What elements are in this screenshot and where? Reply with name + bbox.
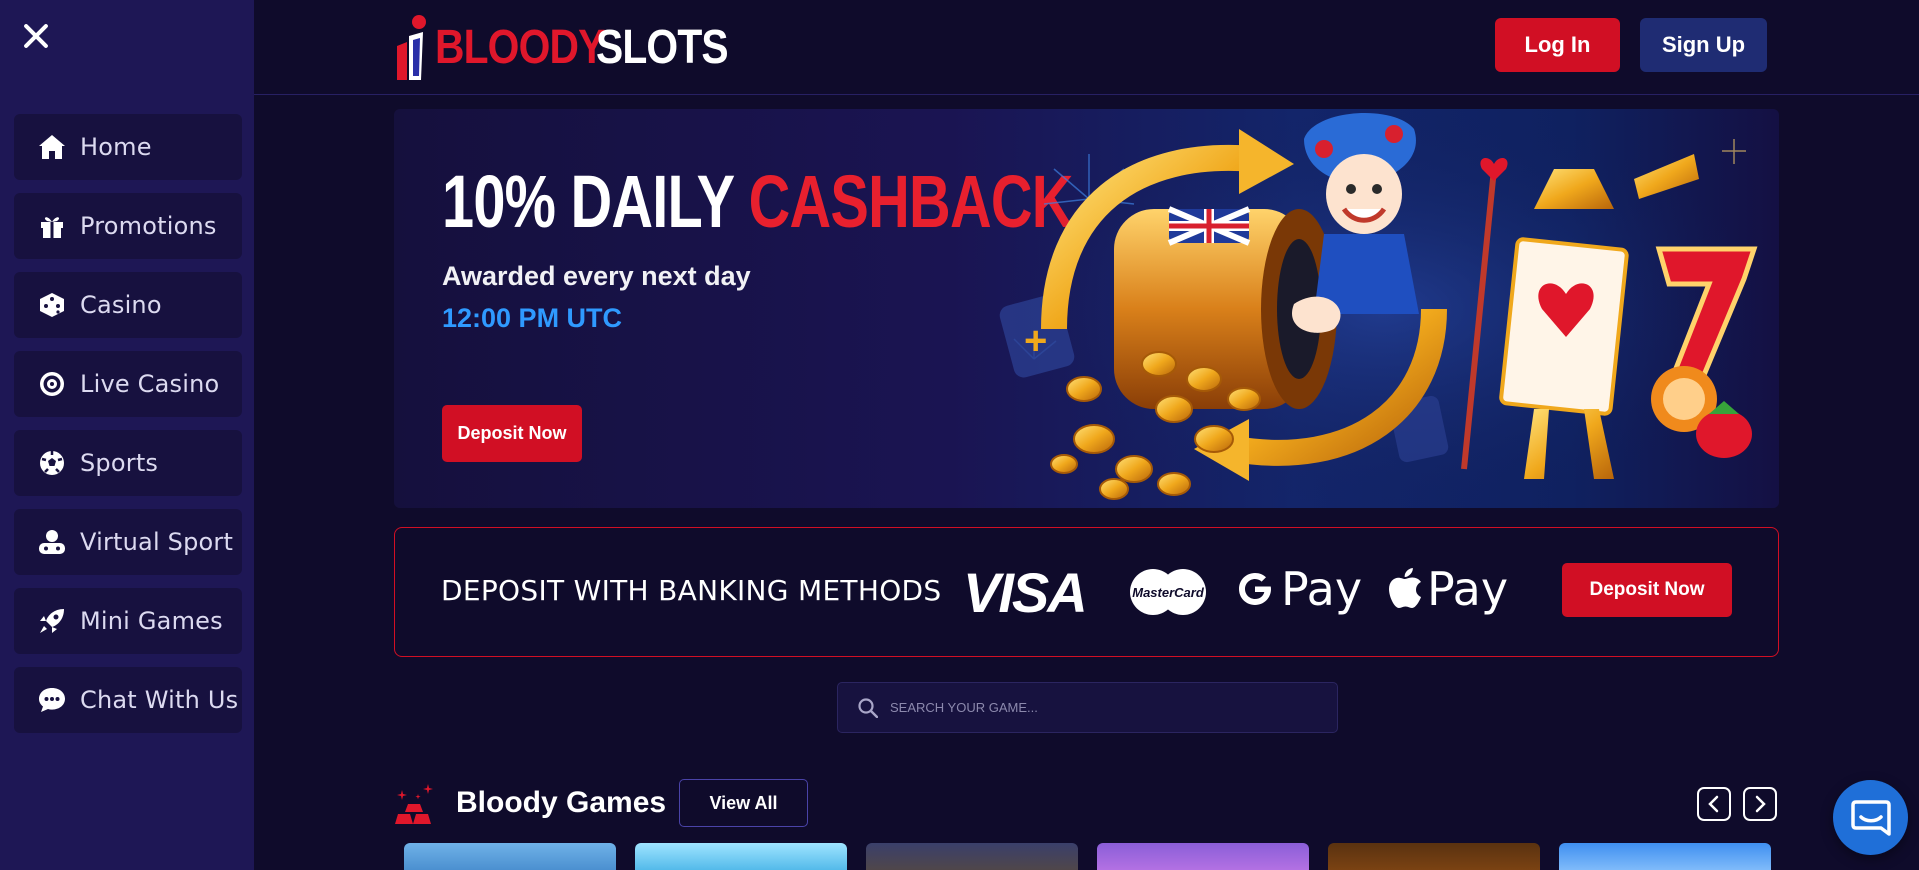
logo[interactable]: BLOODY SLOTS [393, 12, 751, 82]
logo-mark-icon [397, 15, 426, 80]
sidebar-item-promotions[interactable]: Promotions [14, 193, 242, 259]
sidebar-item-label: Mini Games [80, 607, 223, 635]
gpay-label: Pay [1281, 562, 1363, 616]
chevron-right-icon [1755, 795, 1766, 813]
sidebar-item-chat[interactable]: Chat With Us [14, 667, 242, 733]
gold-bars-icon [395, 784, 433, 824]
carousel-next-button[interactable] [1743, 787, 1777, 821]
sidebar-item-virtual-sport[interactable]: Virtual Sport [14, 509, 242, 575]
google-g-icon [1239, 573, 1271, 605]
promo-banner[interactable]: 10% DAILY CASHBACK Awarded every next da… [394, 109, 1779, 508]
game-thumbnail[interactable] [1559, 843, 1771, 870]
banner-title-white: 10% DAILY [442, 160, 734, 243]
chat-bubble-icon [1850, 799, 1891, 836]
visa-logo: VISA [963, 561, 1088, 624]
view-all-button[interactable]: View All [679, 779, 808, 827]
sidebar-item-label: Virtual Sport [80, 528, 234, 556]
chat-icon [38, 686, 66, 714]
live-chat-button[interactable] [1833, 780, 1908, 855]
sidebar-item-label: Chat With Us [80, 686, 239, 714]
sidebar-item-label: Sports [80, 449, 159, 477]
sidebar-item-label: Home [80, 133, 152, 161]
sidebar-item-mini-games[interactable]: Mini Games [14, 588, 242, 654]
banking-deposit-button[interactable]: Deposit Now [1562, 563, 1732, 617]
banner-subtitle: Awarded every next day [442, 261, 751, 291]
sidebar-item-label: Live Casino [80, 370, 220, 398]
chevron-left-icon [1708, 795, 1719, 813]
banner-illustration: + [999, 109, 1764, 508]
banking-title: DEPOSIT WITH BANKING METHODS [441, 574, 942, 607]
mastercard-label: MasterCard [1132, 585, 1205, 600]
sidebar-item-sports[interactable]: Sports [14, 430, 242, 496]
game-thumbnail[interactable] [404, 843, 616, 870]
gift-icon [38, 212, 66, 240]
banner-deposit-button[interactable]: Deposit Now [442, 405, 582, 462]
banner-title: 10% DAILY CASHBACK [442, 159, 1073, 244]
dice-icon [38, 291, 66, 319]
signup-button[interactable]: Sign Up [1640, 18, 1767, 72]
logo-text-bloody: BLOODY [435, 20, 605, 74]
game-thumbnail[interactable] [1328, 843, 1540, 870]
soccer-ball-icon [38, 449, 66, 477]
sidebar-item-label: Casino [80, 291, 162, 319]
section-title: Bloody Games [456, 786, 667, 819]
sidebar-nav: Home Promotions Casino Live Casino Sport… [14, 114, 242, 746]
banner-time: 12:00 PM UTC [442, 303, 623, 333]
carousel-prev-button[interactable] [1697, 787, 1731, 821]
virtual-sport-icon [38, 528, 66, 556]
apple-icon [1389, 568, 1421, 608]
logo-text-slots: SLOTS [596, 20, 729, 74]
roulette-icon [38, 370, 66, 398]
rocket-icon [38, 607, 66, 635]
sidebar-item-label: Promotions [80, 212, 217, 240]
home-icon [38, 133, 66, 161]
game-thumbnail[interactable] [866, 843, 1078, 870]
apple-pay-logo: Pay [1387, 562, 1508, 616]
search-icon [858, 697, 878, 718]
game-thumbnail[interactable] [635, 843, 847, 870]
applepay-label: Pay [1427, 562, 1509, 616]
login-button[interactable]: Log In [1495, 18, 1620, 72]
game-search[interactable] [837, 682, 1338, 733]
sidebar-item-live-casino[interactable]: Live Casino [14, 351, 242, 417]
sidebar-item-home[interactable]: Home [14, 114, 242, 180]
sidebar: Home Promotions Casino Live Casino Sport… [0, 0, 254, 870]
banking-methods: DEPOSIT WITH BANKING METHODS VISA Master… [394, 527, 1779, 657]
close-icon[interactable] [18, 18, 54, 54]
top-header: BLOODY SLOTS Log In Sign Up [254, 0, 1919, 95]
mastercard-icon: MasterCard [1130, 569, 1206, 615]
sidebar-item-casino[interactable]: Casino [14, 272, 242, 338]
game-thumbnail[interactable] [1097, 843, 1309, 870]
search-input[interactable] [890, 700, 1310, 715]
google-pay-logo: Pay [1235, 562, 1362, 616]
